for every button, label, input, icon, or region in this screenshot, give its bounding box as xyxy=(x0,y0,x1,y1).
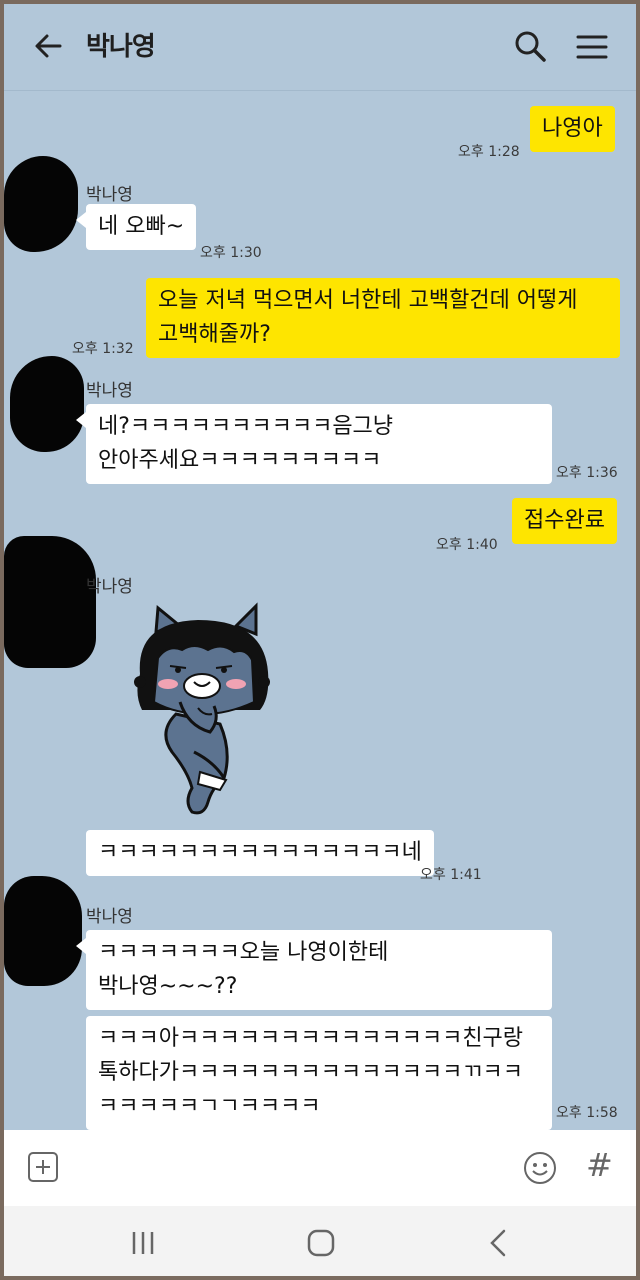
emoji-smile-icon[interactable] xyxy=(522,1150,558,1186)
sender-avatar[interactable] xyxy=(4,536,96,668)
bubble-tail xyxy=(620,290,630,306)
message-bubble-outgoing[interactable]: 오늘 저녁 먹으면서 너한테 고백할건데 어떻게 고백해줄까? xyxy=(146,278,620,358)
plus-square-icon[interactable] xyxy=(26,1150,60,1184)
recent-apps-icon[interactable] xyxy=(128,1228,158,1258)
arrow-left-icon[interactable] xyxy=(30,28,66,64)
message-time: 오후 1:30 xyxy=(200,245,262,261)
hash-icon[interactable]: # xyxy=(586,1146,613,1184)
sender-name: 박나영 xyxy=(86,907,133,927)
message-bubble-outgoing[interactable]: 접수완료 xyxy=(512,498,617,544)
message-bubble-incoming[interactable]: 네 오빠~ xyxy=(86,204,197,250)
home-icon[interactable] xyxy=(304,1226,338,1260)
sender-avatar[interactable] xyxy=(4,156,78,252)
blushing-cat-character-sticker[interactable] xyxy=(128,602,278,822)
message-bubble-incoming[interactable]: ㅋㅋㅋㅋㅋㅋㅋㅋㅋㅋㅋㅋㅋㅋㅋ네 xyxy=(86,830,434,876)
message-time: 오후 1:58 xyxy=(556,1105,618,1121)
bubble-tail xyxy=(76,938,86,954)
back-chevron-icon[interactable] xyxy=(484,1226,514,1260)
message-input-bar[interactable]: # xyxy=(4,1130,636,1206)
message-time: 오후 1:36 xyxy=(556,465,618,481)
message-bubble-incoming[interactable]: ㅋㅋㅋ아ㅋㅋㅋㅋㅋㅋㅋㅋㅋㅋㅋㅋㅋㅋ친구랑 톡하다가ㅋㅋㅋㅋㅋㅋㅋㅋㅋㅋㅋㅋㅋㅋ… xyxy=(86,1016,552,1130)
bubble-tail xyxy=(76,212,86,228)
sender-avatar[interactable] xyxy=(10,356,84,452)
chat-header: 박나영 xyxy=(4,4,636,91)
sender-avatar[interactable] xyxy=(4,876,82,986)
chat-screen: 박나영 나영아 오후 1:28 박나영 네 오빠~ 오후 1:30 오늘 저녁 … xyxy=(0,0,640,1280)
search-icon[interactable] xyxy=(512,28,548,64)
sender-name: 박나영 xyxy=(86,577,133,597)
sender-name: 박나영 xyxy=(86,185,133,205)
message-bubble-incoming[interactable]: ㅋㅋㅋㅋㅋㅋㅋ오늘 나영이한테 박나영~~~?? xyxy=(86,930,552,1010)
system-navigation-bar xyxy=(4,1206,636,1276)
sender-name: 박나영 xyxy=(86,381,133,401)
message-time: 오후 1:32 xyxy=(72,341,134,357)
bubble-tail xyxy=(76,412,86,428)
message-time: 오후 1:28 xyxy=(458,144,520,160)
message-bubble-incoming[interactable]: 네?ㅋㅋㅋㅋㅋㅋㅋㅋㅋㅋ음그냥 안아주세요ㅋㅋㅋㅋㅋㅋㅋㅋㅋ xyxy=(86,404,552,484)
message-time: 오후 1:41 xyxy=(420,867,482,883)
bubble-tail xyxy=(618,118,628,134)
chat-title: 박나영 xyxy=(86,32,156,62)
bubble-tail xyxy=(618,510,628,526)
message-time: 오후 1:40 xyxy=(436,537,498,553)
hamburger-menu-icon[interactable] xyxy=(574,30,610,64)
message-bubble-outgoing[interactable]: 나영아 xyxy=(530,106,615,152)
